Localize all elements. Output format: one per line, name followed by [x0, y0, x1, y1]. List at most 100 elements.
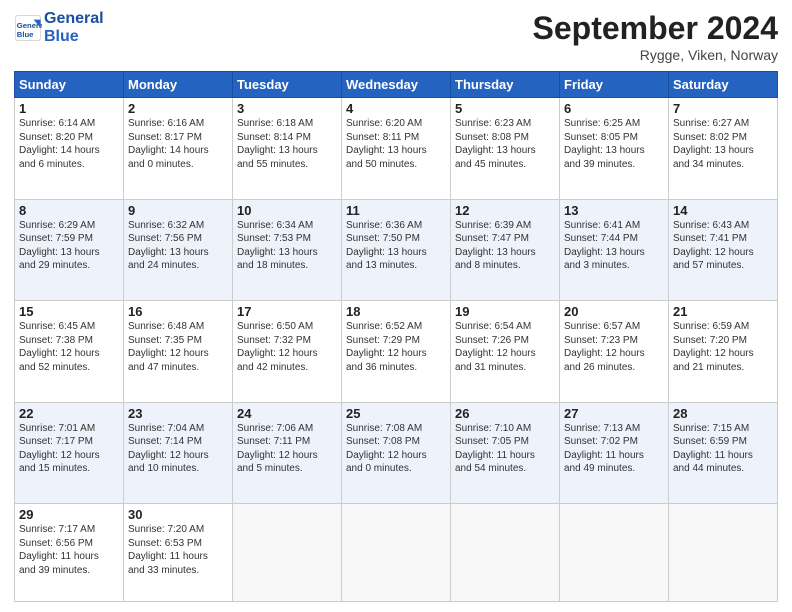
day-number: 23 [128, 406, 228, 421]
calendar-cell [342, 504, 451, 602]
calendar-cell: 17Sunrise: 6:50 AMSunset: 7:32 PMDayligh… [233, 301, 342, 403]
calendar-cell: 5Sunrise: 6:23 AMSunset: 8:08 PMDaylight… [451, 98, 560, 200]
day-number: 4 [346, 101, 446, 116]
calendar-header-row: SundayMondayTuesdayWednesdayThursdayFrid… [15, 72, 778, 98]
day-number: 13 [564, 203, 664, 218]
day-number: 9 [128, 203, 228, 218]
cell-info: Sunrise: 7:06 AMSunset: 7:11 PMDaylight:… [237, 422, 337, 476]
day-number: 29 [19, 507, 119, 522]
calendar-cell: 6Sunrise: 6:25 AMSunset: 8:05 PMDaylight… [560, 98, 669, 200]
svg-text:Blue: Blue [17, 30, 34, 39]
day-number: 8 [19, 203, 119, 218]
cell-info: Sunrise: 7:13 AMSunset: 7:02 PMDaylight:… [564, 422, 664, 476]
calendar-cell: 12Sunrise: 6:39 AMSunset: 7:47 PMDayligh… [451, 199, 560, 301]
calendar-cell [233, 504, 342, 602]
calendar-cell: 28Sunrise: 7:15 AMSunset: 6:59 PMDayligh… [669, 402, 778, 504]
cell-info: Sunrise: 7:04 AMSunset: 7:14 PMDaylight:… [128, 422, 228, 476]
calendar-cell [669, 504, 778, 602]
day-number: 26 [455, 406, 555, 421]
day-number: 7 [673, 101, 773, 116]
calendar-cell: 9Sunrise: 6:32 AMSunset: 7:56 PMDaylight… [124, 199, 233, 301]
col-header-monday: Monday [124, 72, 233, 98]
calendar-cell: 19Sunrise: 6:54 AMSunset: 7:26 PMDayligh… [451, 301, 560, 403]
calendar-cell: 14Sunrise: 6:43 AMSunset: 7:41 PMDayligh… [669, 199, 778, 301]
cell-info: Sunrise: 6:29 AMSunset: 7:59 PMDaylight:… [19, 219, 119, 273]
day-number: 28 [673, 406, 773, 421]
cell-info: Sunrise: 6:27 AMSunset: 8:02 PMDaylight:… [673, 117, 773, 171]
col-header-sunday: Sunday [15, 72, 124, 98]
calendar-cell: 20Sunrise: 6:57 AMSunset: 7:23 PMDayligh… [560, 301, 669, 403]
calendar-cell: 21Sunrise: 6:59 AMSunset: 7:20 PMDayligh… [669, 301, 778, 403]
day-number: 19 [455, 304, 555, 319]
day-number: 30 [128, 507, 228, 522]
logo: General Blue General Blue [14, 10, 104, 45]
calendar-cell: 4Sunrise: 6:20 AMSunset: 8:11 PMDaylight… [342, 98, 451, 200]
calendar-cell: 30Sunrise: 7:20 AMSunset: 6:53 PMDayligh… [124, 504, 233, 602]
cell-info: Sunrise: 7:10 AMSunset: 7:05 PMDaylight:… [455, 422, 555, 476]
cell-info: Sunrise: 6:43 AMSunset: 7:41 PMDaylight:… [673, 219, 773, 273]
col-header-tuesday: Tuesday [233, 72, 342, 98]
calendar-cell: 16Sunrise: 6:48 AMSunset: 7:35 PMDayligh… [124, 301, 233, 403]
calendar-cell: 25Sunrise: 7:08 AMSunset: 7:08 PMDayligh… [342, 402, 451, 504]
cell-info: Sunrise: 6:23 AMSunset: 8:08 PMDaylight:… [455, 117, 555, 171]
day-number: 12 [455, 203, 555, 218]
calendar-cell [560, 504, 669, 602]
cell-info: Sunrise: 6:52 AMSunset: 7:29 PMDaylight:… [346, 320, 446, 374]
day-number: 16 [128, 304, 228, 319]
cell-info: Sunrise: 6:16 AMSunset: 8:17 PMDaylight:… [128, 117, 228, 171]
cell-info: Sunrise: 6:32 AMSunset: 7:56 PMDaylight:… [128, 219, 228, 273]
title-block: September 2024 Rygge, Viken, Norway [533, 10, 778, 63]
cell-info: Sunrise: 7:15 AMSunset: 6:59 PMDaylight:… [673, 422, 773, 476]
day-number: 15 [19, 304, 119, 319]
cell-info: Sunrise: 7:01 AMSunset: 7:17 PMDaylight:… [19, 422, 119, 476]
cell-info: Sunrise: 6:54 AMSunset: 7:26 PMDaylight:… [455, 320, 555, 374]
cell-info: Sunrise: 6:57 AMSunset: 7:23 PMDaylight:… [564, 320, 664, 374]
calendar-cell: 23Sunrise: 7:04 AMSunset: 7:14 PMDayligh… [124, 402, 233, 504]
month-title: September 2024 [533, 10, 778, 47]
cell-info: Sunrise: 6:36 AMSunset: 7:50 PMDaylight:… [346, 219, 446, 273]
day-number: 27 [564, 406, 664, 421]
cell-info: Sunrise: 6:20 AMSunset: 8:11 PMDaylight:… [346, 117, 446, 171]
calendar-cell: 8Sunrise: 6:29 AMSunset: 7:59 PMDaylight… [15, 199, 124, 301]
logo-text-blue: Blue [44, 28, 104, 46]
day-number: 25 [346, 406, 446, 421]
col-header-friday: Friday [560, 72, 669, 98]
day-number: 2 [128, 101, 228, 116]
calendar-cell: 1Sunrise: 6:14 AMSunset: 8:20 PMDaylight… [15, 98, 124, 200]
calendar-cell: 13Sunrise: 6:41 AMSunset: 7:44 PMDayligh… [560, 199, 669, 301]
cell-info: Sunrise: 6:25 AMSunset: 8:05 PMDaylight:… [564, 117, 664, 171]
day-number: 3 [237, 101, 337, 116]
calendar-cell: 11Sunrise: 6:36 AMSunset: 7:50 PMDayligh… [342, 199, 451, 301]
col-header-thursday: Thursday [451, 72, 560, 98]
calendar-cell: 26Sunrise: 7:10 AMSunset: 7:05 PMDayligh… [451, 402, 560, 504]
calendar-cell: 3Sunrise: 6:18 AMSunset: 8:14 PMDaylight… [233, 98, 342, 200]
cell-info: Sunrise: 7:17 AMSunset: 6:56 PMDaylight:… [19, 523, 119, 577]
day-number: 20 [564, 304, 664, 319]
calendar-cell: 18Sunrise: 6:52 AMSunset: 7:29 PMDayligh… [342, 301, 451, 403]
cell-info: Sunrise: 6:45 AMSunset: 7:38 PMDaylight:… [19, 320, 119, 374]
calendar-cell: 2Sunrise: 6:16 AMSunset: 8:17 PMDaylight… [124, 98, 233, 200]
cell-info: Sunrise: 6:39 AMSunset: 7:47 PMDaylight:… [455, 219, 555, 273]
calendar-cell: 7Sunrise: 6:27 AMSunset: 8:02 PMDaylight… [669, 98, 778, 200]
col-header-saturday: Saturday [669, 72, 778, 98]
day-number: 6 [564, 101, 664, 116]
cell-info: Sunrise: 7:08 AMSunset: 7:08 PMDaylight:… [346, 422, 446, 476]
calendar-cell: 29Sunrise: 7:17 AMSunset: 6:56 PMDayligh… [15, 504, 124, 602]
day-number: 11 [346, 203, 446, 218]
day-number: 21 [673, 304, 773, 319]
day-number: 17 [237, 304, 337, 319]
cell-info: Sunrise: 6:18 AMSunset: 8:14 PMDaylight:… [237, 117, 337, 171]
calendar-cell: 10Sunrise: 6:34 AMSunset: 7:53 PMDayligh… [233, 199, 342, 301]
calendar-table: SundayMondayTuesdayWednesdayThursdayFrid… [14, 71, 778, 602]
day-number: 22 [19, 406, 119, 421]
day-number: 24 [237, 406, 337, 421]
day-number: 1 [19, 101, 119, 116]
calendar-cell [451, 504, 560, 602]
calendar-cell: 15Sunrise: 6:45 AMSunset: 7:38 PMDayligh… [15, 301, 124, 403]
page: General Blue General Blue September 2024… [0, 0, 792, 612]
header: General Blue General Blue September 2024… [14, 10, 778, 63]
cell-info: Sunrise: 7:20 AMSunset: 6:53 PMDaylight:… [128, 523, 228, 577]
logo-text-general: General [44, 10, 104, 28]
cell-info: Sunrise: 6:14 AMSunset: 8:20 PMDaylight:… [19, 117, 119, 171]
calendar-cell: 24Sunrise: 7:06 AMSunset: 7:11 PMDayligh… [233, 402, 342, 504]
